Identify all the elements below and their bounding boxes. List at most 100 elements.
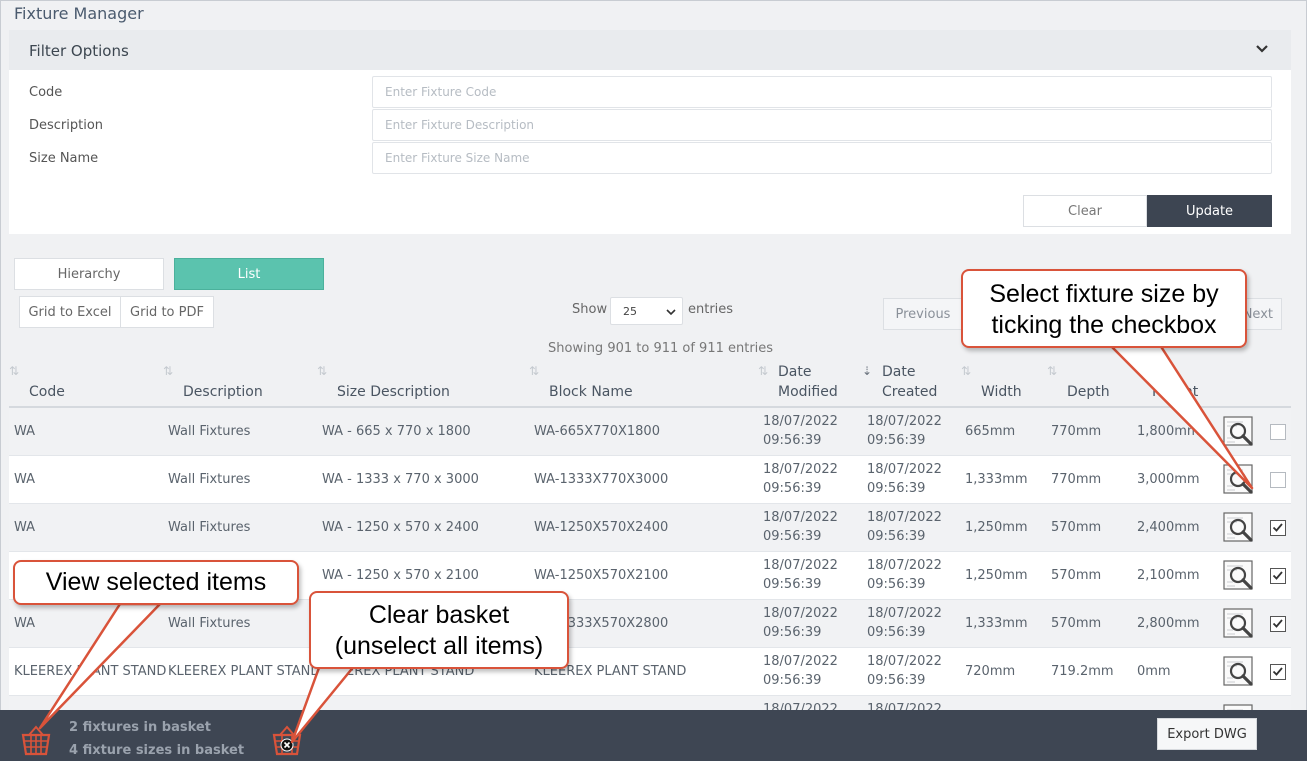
checkbox-checked[interactable]: [1270, 664, 1286, 680]
column-header-description[interactable]: Description: [183, 382, 263, 402]
cell-code: WA: [14, 472, 36, 487]
column-header-height[interactable]: Height: [1152, 382, 1198, 402]
grid-to-pdf-button[interactable]: Grid to PDF: [120, 296, 214, 328]
cell-depth: 570mm: [1051, 520, 1102, 535]
column-header-width[interactable]: Width: [981, 382, 1022, 402]
entries-select[interactable]: 25: [610, 297, 683, 325]
table-row[interactable]: KLEEREX PLANT STAND KLEEREX PLANT STAND KL…: [9, 648, 1291, 696]
clear-button[interactable]: Clear: [1023, 195, 1147, 227]
sort-descending-icon[interactable]: ⇣: [862, 364, 872, 378]
table-row[interactable]: WA Wall Fixtures WA - 665 x 770 x 1800 WA-6…: [9, 408, 1291, 456]
cell-description: Wall Fixtures: [168, 616, 251, 631]
cell-date-created: 18/07/2022 09:56:39: [867, 412, 942, 450]
cell-description: Wall Fixtures: [168, 520, 251, 535]
basket-icon[interactable]: [20, 724, 52, 758]
code-input[interactable]: [372, 76, 1272, 108]
search-preview-icon[interactable]: [1223, 560, 1255, 592]
cell-height: 1,800mm: [1137, 424, 1200, 439]
search-preview-icon[interactable]: [1223, 416, 1255, 448]
entries-label: entries: [688, 302, 734, 317]
filter-options-header[interactable]: Filter Options: [9, 30, 1291, 70]
checkbox-checked[interactable]: [1270, 568, 1286, 584]
update-button[interactable]: Update: [1147, 195, 1272, 227]
cell-width: 720mm: [965, 664, 1016, 679]
column-header-date-created-line2[interactable]: Created: [882, 382, 937, 402]
search-preview-icon[interactable]: [1223, 608, 1255, 640]
cell-width: 1,333mm: [965, 472, 1028, 487]
cell-date-modified-date: 18/07/2022: [763, 510, 838, 525]
sort-icon[interactable]: ⇅: [317, 364, 327, 378]
description-input[interactable]: [372, 109, 1272, 141]
chevron-down-icon[interactable]: [1253, 40, 1271, 58]
cell-date-created: 18/07/2022 09:56:39: [867, 652, 942, 690]
search-preview-icon[interactable]: [1223, 512, 1255, 544]
cell-size-description: WA - 1333 x 770 x 3000: [322, 472, 479, 487]
cell-date-modified-time: 09:56:39: [763, 529, 822, 544]
checkbox-checked[interactable]: [1270, 520, 1286, 536]
cell-date-modified-time: 09:56:39: [763, 481, 822, 496]
sort-icon[interactable]: ⇅: [961, 364, 971, 378]
cell-date-created-date: 18/07/2022: [867, 654, 942, 669]
cell-date-modified: 18/07/2022 09:56:39: [763, 604, 838, 642]
export-dwg-button[interactable]: Export DWG: [1157, 718, 1257, 750]
column-header-code[interactable]: Code: [29, 382, 65, 402]
sort-icon[interactable]: ⇅: [9, 364, 19, 378]
cell-block-name: WA-1250X570X2100: [534, 568, 669, 583]
cell-block-name: WA-1250X570X2400: [534, 520, 669, 535]
cell-size-description: WA - 1250 x 570 x 2400: [322, 520, 479, 535]
cell-date-created-date: 18/07/2022: [867, 510, 942, 525]
cell-date-modified-time: 09:56:39: [763, 577, 822, 592]
checkbox-unchecked[interactable]: [1270, 424, 1286, 440]
cell-date-modified-time: 09:56:39: [763, 433, 822, 448]
cell-date-modified: 18/07/2022 09:56:39: [763, 556, 838, 594]
cell-code: WA: [14, 520, 36, 535]
table-row[interactable]: WA Wall Fixtures WA - 1333 x 770 x 3000 WA-…: [9, 456, 1291, 504]
cell-code: KLEEREX PLANT STAND: [14, 664, 167, 679]
hierarchy-tab[interactable]: Hierarchy: [14, 258, 164, 290]
cell-depth: 570mm: [1051, 616, 1102, 631]
entries-select-value: 25: [623, 305, 637, 318]
clear-basket-icon[interactable]: [271, 724, 303, 758]
cell-date-modified-time: 09:56:39: [763, 625, 822, 640]
clear-basket-callout: Clear basket (unselect all items): [309, 591, 569, 669]
cell-date-created: 18/07/2022 09:56:39: [867, 604, 942, 642]
column-header-depth[interactable]: Depth: [1067, 382, 1110, 402]
search-preview-icon[interactable]: [1223, 656, 1255, 688]
cell-width: 1,250mm: [965, 520, 1028, 535]
grid-to-excel-button[interactable]: Grid to Excel: [19, 296, 121, 328]
chevron-down-icon: [666, 309, 676, 316]
sort-icon[interactable]: ⇅: [163, 364, 173, 378]
list-tab[interactable]: List: [174, 258, 324, 290]
column-header-date-modified-line1[interactable]: Date: [778, 362, 811, 382]
cell-date-created-time: 09:56:39: [867, 481, 926, 496]
cell-date-created-time: 09:56:39: [867, 529, 926, 544]
table-row[interactable]: WA Wall Fixtures WA - 1250 x 570 x 2400 WA-…: [9, 504, 1291, 552]
cell-date-created-date: 18/07/2022: [867, 558, 942, 573]
checkmark-icon: [1272, 667, 1283, 676]
checkmark-icon: [1272, 571, 1283, 580]
column-header-date-modified-line2[interactable]: Modified: [778, 382, 838, 402]
cell-description: Wall Fixtures: [168, 472, 251, 487]
column-header-date-created-line1[interactable]: Date: [882, 362, 915, 382]
checkbox-unchecked[interactable]: [1270, 472, 1286, 488]
cell-date-created: 18/07/2022 09:56:39: [867, 508, 942, 546]
sort-icon[interactable]: ⇅: [758, 364, 768, 378]
checkbox-checked[interactable]: [1270, 616, 1286, 632]
cell-date-modified: 18/07/2022 09:56:39: [763, 460, 838, 498]
cell-date-modified-date: 18/07/2022: [763, 414, 838, 429]
cell-depth: 570mm: [1051, 568, 1102, 583]
previous-page-button[interactable]: Previous: [883, 298, 963, 330]
column-header-size-description[interactable]: Size Description: [337, 382, 450, 402]
cell-date-created-time: 09:56:39: [867, 625, 926, 640]
sort-icon[interactable]: ⇅: [529, 364, 539, 378]
cell-date-created-date: 18/07/2022: [867, 462, 942, 477]
cell-date-created-time: 09:56:39: [867, 577, 926, 592]
table-row[interactable]: WAWall FixturesWA - 1333 x 570 x 2800WA-…: [9, 600, 1291, 648]
search-preview-icon[interactable]: [1223, 464, 1255, 496]
column-header-block-name[interactable]: Block Name: [549, 382, 633, 402]
size-name-input[interactable]: [372, 142, 1272, 174]
cell-date-modified: 18/07/2022 09:56:39: [763, 508, 838, 546]
cell-width: 665mm: [965, 424, 1016, 439]
sort-icon[interactable]: ⇅: [1047, 364, 1057, 378]
cell-date-created: 18/07/2022 09:56:39: [867, 556, 942, 594]
